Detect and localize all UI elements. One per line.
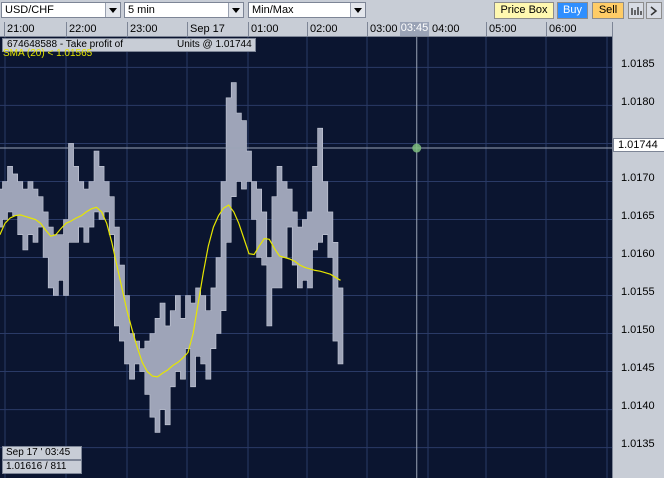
price-box-button[interactable]: Price Box [494,2,554,19]
time-tick: 06:00 [549,23,577,35]
sell-button[interactable]: Sell [592,2,624,19]
time-tick-mark [187,22,188,36]
price-tick: 1.0180 [621,96,655,108]
time-tick-mark [127,22,128,36]
time-tick: 05:00 [489,23,517,35]
price-tick: 1.0170 [621,172,655,184]
toolbar: USD/CHF 5 min Min/Max Price Box Buy Sell [0,0,664,23]
time-tick: 21:00 [7,23,35,35]
more-icon[interactable] [646,2,662,19]
symbol-select[interactable]: USD/CHF [1,2,121,18]
cursor-time: Sep 17 ' 03:45 [2,446,82,460]
time-tick: 04:00 [432,23,460,35]
price-tick: 1.0140 [621,400,655,412]
price-tick: 1.0135 [621,438,655,450]
chevron-down-icon[interactable] [105,3,120,17]
time-tick: 03:00 [370,23,398,35]
time-tick: 02:00 [310,23,338,35]
symbol-label: USD/CHF [5,4,54,16]
time-tick: 23:00 [130,23,158,35]
time-tick-mark [546,22,547,36]
time-tick-mark [307,22,308,36]
sma-label: SMA (20) < 1.01565 [3,48,93,59]
price-tick: 1.0145 [621,362,655,374]
chevron-down-icon[interactable] [350,3,365,17]
mode-label: Min/Max [252,4,294,16]
time-tick: Sep 17 [190,23,225,35]
price-tick: 1.0165 [621,210,655,222]
time-tick-mark [367,22,368,36]
price-tick: 1.0185 [621,58,655,70]
time-tick: 01:00 [251,23,279,35]
crosshair-time-label: 03:45 [400,22,429,36]
price-axis: 1.0185 1.0180 1.0170 1.0165 1.0160 1.015… [612,22,664,478]
price-tick: 1.0160 [621,248,655,260]
cursor-value: 1.01616 / 811 [2,460,82,474]
order-marker [412,143,422,153]
order-price-label: Units @ 1.01744 [177,39,252,50]
time-tick-mark [66,22,67,36]
time-axis: 21:00 22:00 23:00 Sep 17 01:00 02:00 03:… [0,22,612,37]
more-svg [650,6,658,16]
time-tick-mark [4,22,5,36]
mode-select[interactable]: Min/Max [248,2,366,18]
time-tick-mark [248,22,249,36]
price-tick: 1.0155 [621,286,655,298]
chevron-down-icon[interactable] [228,3,243,17]
time-tick-mark [486,22,487,36]
chart-tool-svg [631,7,642,15]
price-tick: 1.0150 [621,324,655,336]
time-tick: 22:00 [69,23,97,35]
chart-tool-icon[interactable] [628,2,644,19]
interval-select[interactable]: 5 min [124,2,244,18]
price-chart[interactable] [0,37,612,478]
buy-button[interactable]: Buy [557,2,588,19]
interval-label: 5 min [128,4,155,16]
crosshair-price-label: 1.01744 [613,138,664,152]
